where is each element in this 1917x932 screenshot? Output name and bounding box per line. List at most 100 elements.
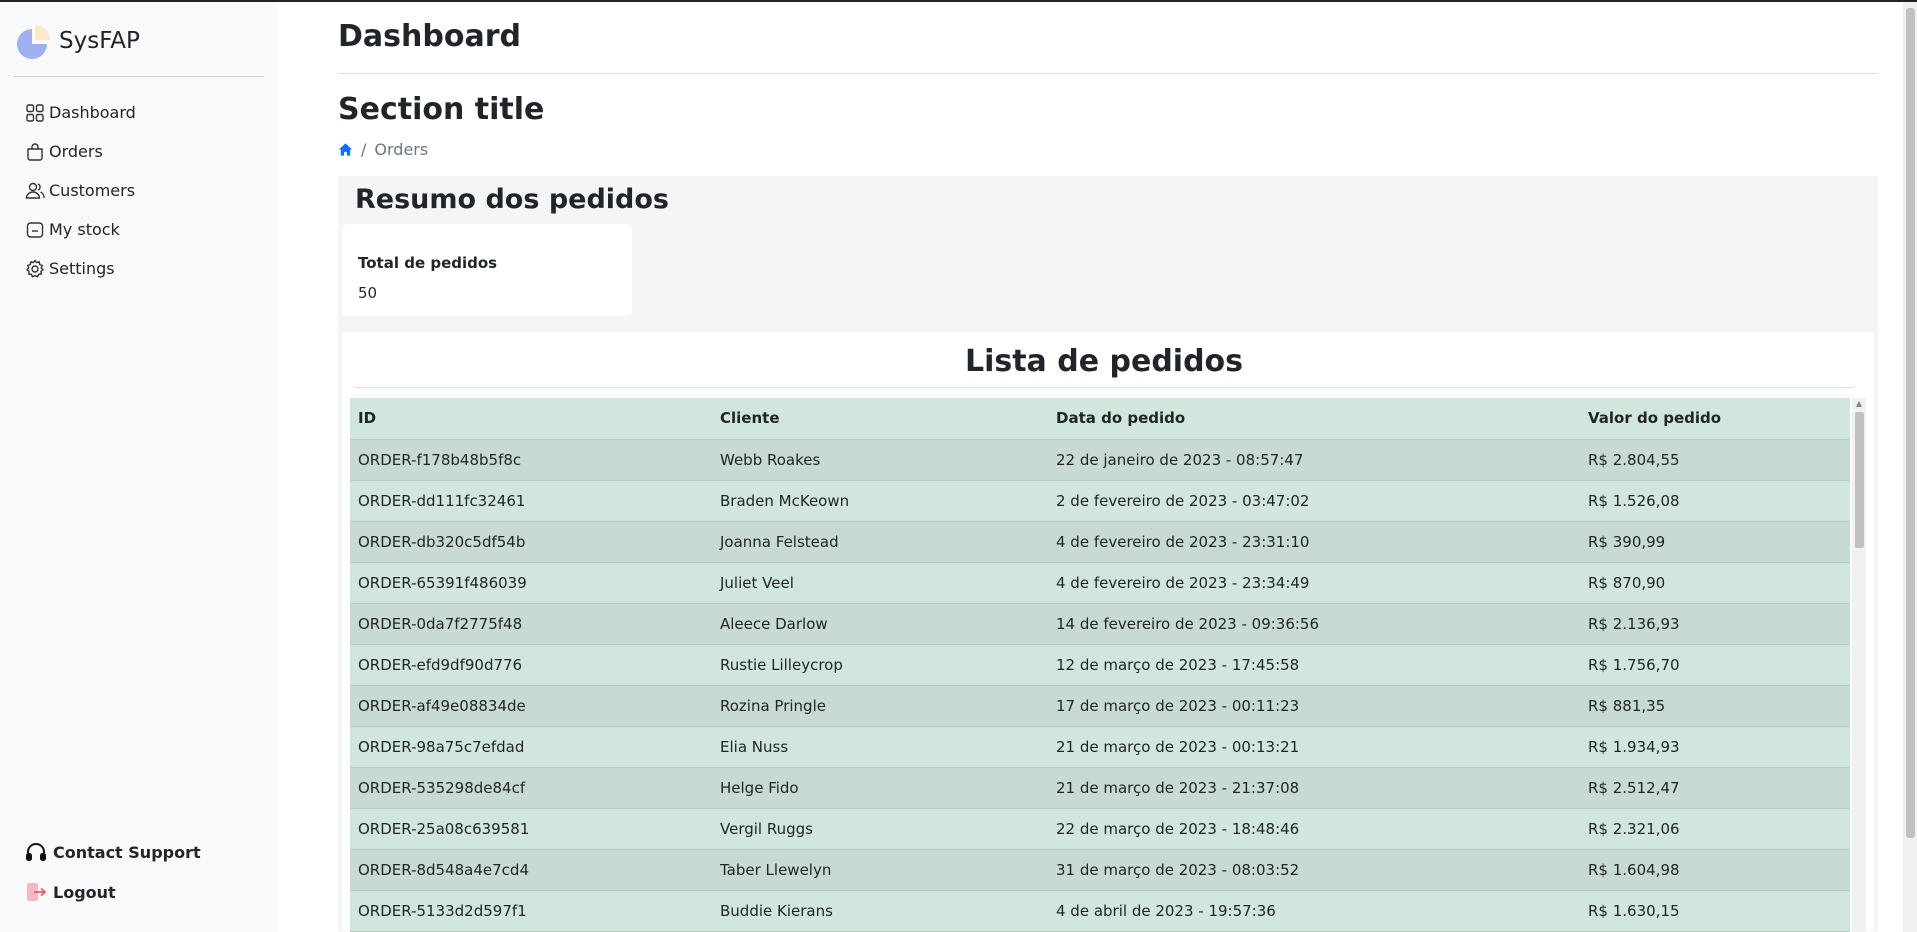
cell-cliente: Helge Fido bbox=[712, 767, 1048, 809]
cell-data: 4 de fevereiro de 2023 - 23:31:10 bbox=[1048, 521, 1580, 563]
cell-cliente: Elia Nuss bbox=[712, 726, 1048, 768]
table-header-row: ID Cliente Data do pedido Valor do pedid… bbox=[350, 398, 1850, 440]
column-header-cliente[interactable]: Cliente bbox=[712, 398, 1048, 440]
cell-cliente: Joanna Felstead bbox=[712, 521, 1048, 563]
people-icon bbox=[25, 182, 45, 199]
table-row[interactable]: ORDER-f178b48b5f8c Webb Roakes 22 de janei… bbox=[350, 439, 1850, 481]
orders-panel: Resumo dos pedidos Total de pedidos 50 L… bbox=[338, 176, 1878, 932]
cell-valor: R$ 870,90 bbox=[1580, 562, 1850, 604]
column-header-valor[interactable]: Valor do pedido bbox=[1580, 398, 1850, 440]
orders-table-scroll-area[interactable]: ID Cliente Data do pedido Valor do pedid… bbox=[350, 398, 1866, 932]
home-icon[interactable] bbox=[338, 142, 353, 157]
pie-chart-logo-icon bbox=[17, 25, 50, 59]
total-orders-card: Total de pedidos 50 bbox=[342, 224, 632, 316]
sidebar-item-settings[interactable]: Settings bbox=[13, 249, 264, 288]
table-row[interactable]: ORDER-98a75c7efdad Elia Nuss 21 de março d… bbox=[350, 726, 1850, 768]
cell-id: ORDER-dd111fc32461 bbox=[350, 480, 712, 522]
logout-label: Logout bbox=[53, 882, 116, 902]
cell-valor: R$ 2.321,06 bbox=[1580, 808, 1850, 850]
breadcrumb-separator: / bbox=[361, 139, 367, 159]
cell-valor: R$ 1.526,08 bbox=[1580, 480, 1850, 522]
cell-cliente: Aleece Darlow bbox=[712, 603, 1048, 645]
cell-cliente: Braden McKeown bbox=[712, 480, 1048, 522]
cell-cliente: Rozina Pringle bbox=[712, 685, 1048, 727]
cell-id: ORDER-5133d2d597f1 bbox=[350, 890, 712, 932]
logout-button[interactable]: Logout bbox=[13, 872, 201, 912]
column-header-data[interactable]: Data do pedido bbox=[1048, 398, 1580, 440]
sidebar-item-label: My stock bbox=[49, 220, 120, 239]
cell-id: ORDER-f178b48b5f8c bbox=[350, 439, 712, 481]
cell-id: ORDER-535298de84cf bbox=[350, 767, 712, 809]
sidebar-bottom: Contact Support Logout bbox=[13, 832, 201, 912]
cell-valor: R$ 1.934,93 bbox=[1580, 726, 1850, 768]
table-row[interactable]: ORDER-25a08c639581 Vergil Ruggs 22 de març… bbox=[350, 808, 1850, 850]
sidebar-divider bbox=[13, 76, 264, 77]
cell-valor: R$ 1.756,70 bbox=[1580, 644, 1850, 686]
sidebar-item-customers[interactable]: Customers bbox=[13, 171, 264, 210]
cell-valor: R$ 2.804,55 bbox=[1580, 439, 1850, 481]
scroll-up-icon[interactable]: ▲ bbox=[1852, 398, 1866, 410]
cell-data: 21 de março de 2023 - 00:13:21 bbox=[1048, 726, 1580, 768]
table-row[interactable]: ORDER-af49e08834de Rozina Pringle 17 de ma… bbox=[350, 685, 1850, 727]
cell-data: 12 de março de 2023 - 17:45:58 bbox=[1048, 644, 1580, 686]
cell-valor: R$ 390,99 bbox=[1580, 521, 1850, 563]
logout-icon bbox=[27, 883, 47, 901]
page-scrollbar[interactable] bbox=[1903, 2, 1917, 932]
cell-id: ORDER-25a08c639581 bbox=[350, 808, 712, 850]
total-orders-value: 50 bbox=[358, 284, 378, 302]
table-scrollbar-thumb[interactable] bbox=[1855, 412, 1864, 548]
grid-icon bbox=[26, 103, 44, 122]
orders-table-body: ORDER-f178b48b5f8c Webb Roakes 22 de janei… bbox=[350, 439, 1850, 932]
table-row[interactable]: ORDER-8d548a4e7cd4 Taber Llewelyn 31 de ma… bbox=[350, 849, 1850, 891]
table-row[interactable]: ORDER-535298de84cf Helge Fido 21 de março … bbox=[350, 767, 1850, 809]
table-row[interactable]: ORDER-65391f486039 Juliet Veel 4 de fevere… bbox=[350, 562, 1850, 604]
brand-name: SysFAP bbox=[59, 28, 140, 54]
cell-data: 22 de março de 2023 - 18:48:46 bbox=[1048, 808, 1580, 850]
sidebar-item-label: Dashboard bbox=[49, 103, 136, 122]
cell-cliente: Vergil Ruggs bbox=[712, 808, 1048, 850]
table-row[interactable]: ORDER-dd111fc32461 Braden McKeown 2 de fev… bbox=[350, 480, 1850, 522]
table-row[interactable]: ORDER-efd9df90d776 Rustie Lilleycrop 12 de… bbox=[350, 644, 1850, 686]
cell-data: 4 de fevereiro de 2023 - 23:34:49 bbox=[1048, 562, 1580, 604]
cell-cliente: Webb Roakes bbox=[712, 439, 1048, 481]
table-row[interactable]: ORDER-0da7f2775f48 Aleece Darlow 14 de fev… bbox=[350, 603, 1850, 645]
cell-id: ORDER-db320c5df54b bbox=[350, 521, 712, 563]
sidebar-item-dashboard[interactable]: Dashboard bbox=[13, 93, 264, 132]
table-scrollbar[interactable]: ▲ bbox=[1852, 398, 1866, 932]
orders-table-card: Lista de pedidos ID Cliente Data do pedi… bbox=[342, 332, 1874, 932]
cell-valor: R$ 881,35 bbox=[1580, 685, 1850, 727]
sidebar: SysFAP Dashboard Orders Customers My sto… bbox=[0, 2, 277, 932]
cell-id: ORDER-0da7f2775f48 bbox=[350, 603, 712, 645]
sidebar-item-my-stock[interactable]: My stock bbox=[13, 210, 264, 249]
cell-data: 2 de fevereiro de 2023 - 03:47:02 bbox=[1048, 480, 1580, 522]
section-title: Section title bbox=[338, 92, 545, 127]
brand[interactable]: SysFAP bbox=[13, 16, 264, 66]
cell-valor: R$ 1.630,15 bbox=[1580, 890, 1850, 932]
cell-cliente: Buddie Kierans bbox=[712, 890, 1048, 932]
total-orders-label: Total de pedidos bbox=[358, 254, 498, 272]
cell-data: 22 de janeiro de 2023 - 08:57:47 bbox=[1048, 439, 1580, 481]
table-row[interactable]: ORDER-db320c5df54b Joanna Felstead 4 de fe… bbox=[350, 521, 1850, 563]
cell-id: ORDER-efd9df90d776 bbox=[350, 644, 712, 686]
cell-valor: R$ 2.512,47 bbox=[1580, 767, 1850, 809]
cell-data: 17 de março de 2023 - 00:11:23 bbox=[1048, 685, 1580, 727]
breadcrumb-current: Orders bbox=[374, 139, 429, 159]
cell-cliente: Taber Llewelyn bbox=[712, 849, 1048, 891]
sidebar-item-label: Customers bbox=[49, 181, 136, 200]
table-row[interactable]: ORDER-5133d2d597f1 Buddie Kierans 4 de abr… bbox=[350, 890, 1850, 932]
cell-data: 21 de março de 2023 - 21:37:08 bbox=[1048, 767, 1580, 809]
sidebar-item-label: Orders bbox=[49, 142, 103, 161]
breadcrumb: / Orders bbox=[338, 138, 1878, 160]
gear-icon bbox=[25, 258, 45, 278]
contact-support-button[interactable]: Contact Support bbox=[13, 832, 201, 872]
sidebar-item-orders[interactable]: Orders bbox=[13, 132, 264, 171]
orders-table-title: Lista de pedidos bbox=[354, 340, 1854, 388]
column-header-id[interactable]: ID bbox=[350, 398, 712, 440]
page-title: Dashboard bbox=[338, 2, 1878, 74]
cell-valor: R$ 2.136,93 bbox=[1580, 603, 1850, 645]
cell-cliente: Juliet Veel bbox=[712, 562, 1048, 604]
summary-title: Resumo dos pedidos bbox=[355, 184, 669, 215]
cell-data: 14 de fevereiro de 2023 - 09:36:56 bbox=[1048, 603, 1580, 645]
page-scrollbar-thumb[interactable] bbox=[1906, 8, 1915, 838]
cell-id: ORDER-af49e08834de bbox=[350, 685, 712, 727]
